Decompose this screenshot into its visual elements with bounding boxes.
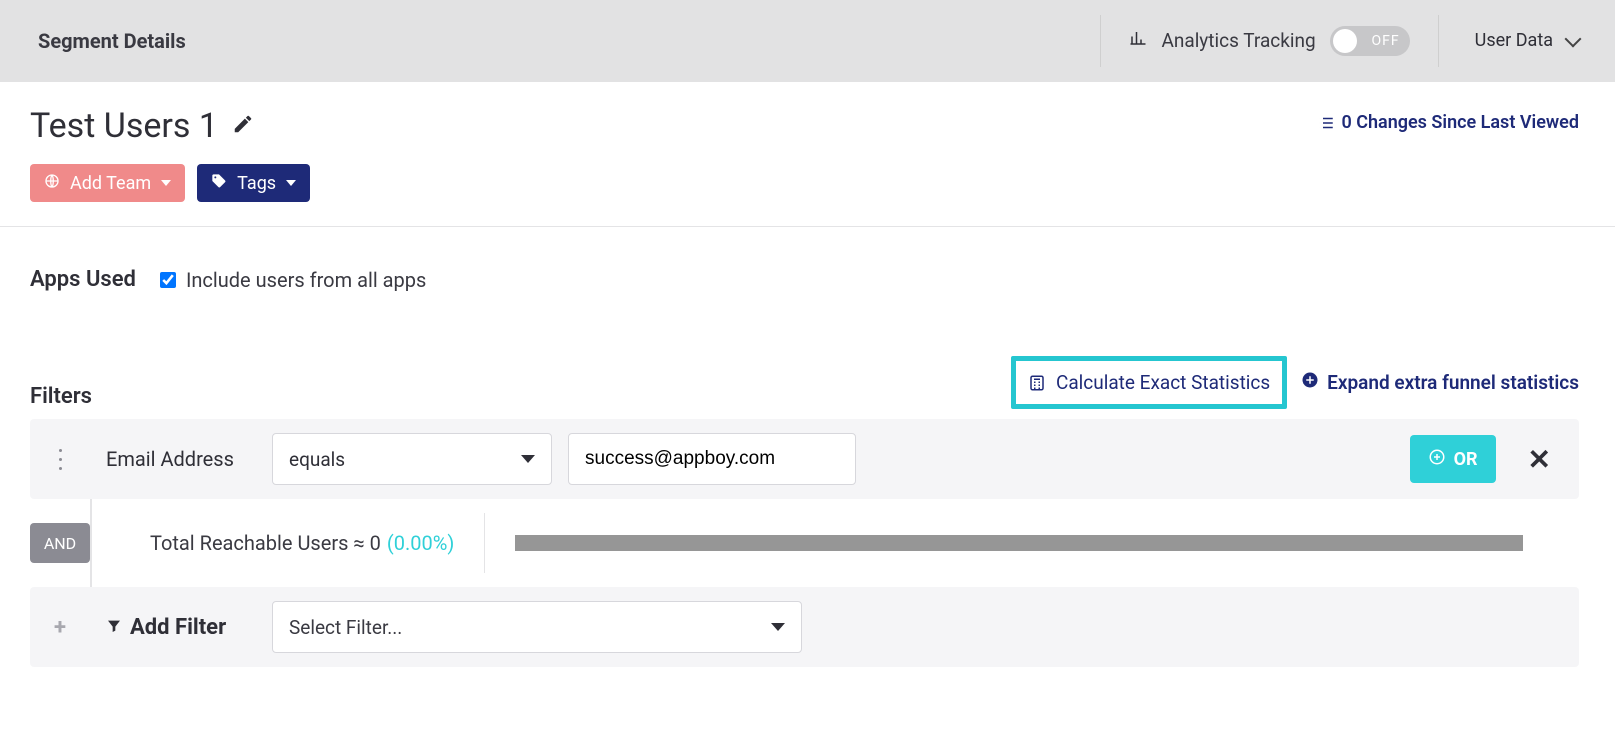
apps-used-row: Apps Used Include users from all apps bbox=[30, 267, 1579, 292]
total-reachable-users: Total Reachable Users ≈ 0 (0.00%) bbox=[150, 531, 454, 555]
filter-operator-value: equals bbox=[289, 448, 345, 471]
reach-summary-row: AND Total Reachable Users ≈ 0 (0.00%) bbox=[30, 499, 1579, 587]
and-badge: AND bbox=[30, 523, 90, 563]
page-title: Segment Details bbox=[0, 29, 1100, 53]
add-team-button[interactable]: Add Team bbox=[30, 164, 185, 202]
segment-name-row: Test Users 1 bbox=[30, 106, 310, 146]
segment-header: Test Users 1 Add Team Tags bbox=[0, 82, 1615, 227]
expand-label: Expand extra funnel statistics bbox=[1327, 371, 1579, 394]
filters-header-row: Filters Calculate Exact Statistics Expan… bbox=[30, 356, 1579, 409]
analytics-tracking-wrap: Analytics Tracking OFF bbox=[1101, 0, 1437, 81]
analytics-toggle[interactable]: OFF bbox=[1330, 26, 1410, 56]
globe-icon bbox=[44, 173, 60, 194]
chevron-down-icon bbox=[1565, 30, 1582, 47]
segment-header-left: Test Users 1 Add Team Tags bbox=[30, 106, 310, 202]
caret-down-icon bbox=[286, 180, 296, 186]
filters-right-links: Calculate Exact Statistics Expand extra … bbox=[1011, 356, 1579, 409]
add-filter-plus-handle[interactable]: + bbox=[30, 601, 90, 653]
tags-label: Tags bbox=[237, 173, 276, 194]
calculator-icon bbox=[1028, 374, 1046, 392]
plus-circle-icon bbox=[1301, 371, 1319, 394]
include-all-apps-checkbox-wrap[interactable]: Include users from all apps bbox=[160, 268, 426, 292]
header-right: Analytics Tracking OFF User Data bbox=[1100, 0, 1615, 81]
filter-operator-select[interactable]: equals bbox=[272, 433, 552, 485]
edit-name-button[interactable] bbox=[232, 113, 254, 140]
funnel-icon bbox=[106, 615, 122, 640]
caret-down-icon bbox=[771, 623, 785, 631]
user-data-dropdown[interactable]: User Data bbox=[1439, 0, 1615, 81]
reach-percent: (0.00%) bbox=[387, 531, 454, 555]
calculate-label: Calculate Exact Statistics bbox=[1056, 371, 1270, 394]
add-filter-label-wrap: Add Filter bbox=[106, 615, 256, 640]
top-header: Segment Details Analytics Tracking OFF U… bbox=[0, 0, 1615, 82]
analytics-label: Analytics Tracking bbox=[1161, 29, 1315, 52]
apps-used-label: Apps Used bbox=[30, 267, 136, 292]
remove-filter-button[interactable]: ✕ bbox=[1528, 443, 1551, 476]
reach-progress-bar bbox=[515, 535, 1523, 551]
toggle-state-text: OFF bbox=[1372, 33, 1400, 49]
add-or-button[interactable]: OR bbox=[1410, 435, 1496, 483]
expand-funnel-statistics-link[interactable]: Expand extra funnel statistics bbox=[1301, 371, 1579, 394]
select-filter-placeholder: Select Filter... bbox=[289, 616, 402, 639]
filter-builder: Email Address equals OR ✕ AND Total Re bbox=[30, 419, 1579, 667]
main-content: Apps Used Include users from all apps Fi… bbox=[0, 227, 1615, 697]
segment-name: Test Users 1 bbox=[30, 106, 218, 146]
include-all-apps-label: Include users from all apps bbox=[186, 268, 426, 292]
filter-value-input[interactable] bbox=[585, 448, 839, 470]
reach-text: Total Reachable Users ≈ 0 bbox=[150, 531, 381, 555]
select-filter-dropdown[interactable]: Select Filter... bbox=[272, 601, 802, 653]
or-label: OR bbox=[1454, 449, 1478, 470]
filter-value-input-wrap bbox=[568, 433, 856, 485]
calculate-exact-statistics-button[interactable]: Calculate Exact Statistics bbox=[1011, 356, 1287, 409]
add-filter-label: Add Filter bbox=[130, 615, 226, 640]
chips-row: Add Team Tags bbox=[30, 164, 310, 202]
caret-down-icon bbox=[161, 180, 171, 186]
changes-link[interactable]: 0 Changes Since Last Viewed bbox=[1317, 112, 1579, 133]
list-icon bbox=[1317, 114, 1335, 132]
vertical-divider bbox=[484, 513, 485, 573]
user-data-label: User Data bbox=[1475, 30, 1553, 51]
add-filter-row: + Add Filter Select Filter... bbox=[30, 587, 1579, 667]
tag-icon bbox=[211, 173, 227, 194]
analytics-icon bbox=[1129, 29, 1147, 52]
tags-button[interactable]: Tags bbox=[197, 164, 310, 202]
changes-text: 0 Changes Since Last Viewed bbox=[1341, 112, 1579, 133]
caret-down-icon bbox=[521, 455, 535, 463]
filters-label: Filters bbox=[30, 384, 92, 409]
plus-circle-icon bbox=[1428, 448, 1446, 471]
drag-handle[interactable] bbox=[30, 433, 90, 485]
filter-row: Email Address equals OR ✕ bbox=[30, 419, 1579, 499]
toggle-knob bbox=[1333, 29, 1357, 53]
include-all-apps-checkbox[interactable] bbox=[160, 272, 176, 288]
add-team-label: Add Team bbox=[70, 173, 151, 194]
filter-field-label: Email Address bbox=[106, 447, 256, 471]
